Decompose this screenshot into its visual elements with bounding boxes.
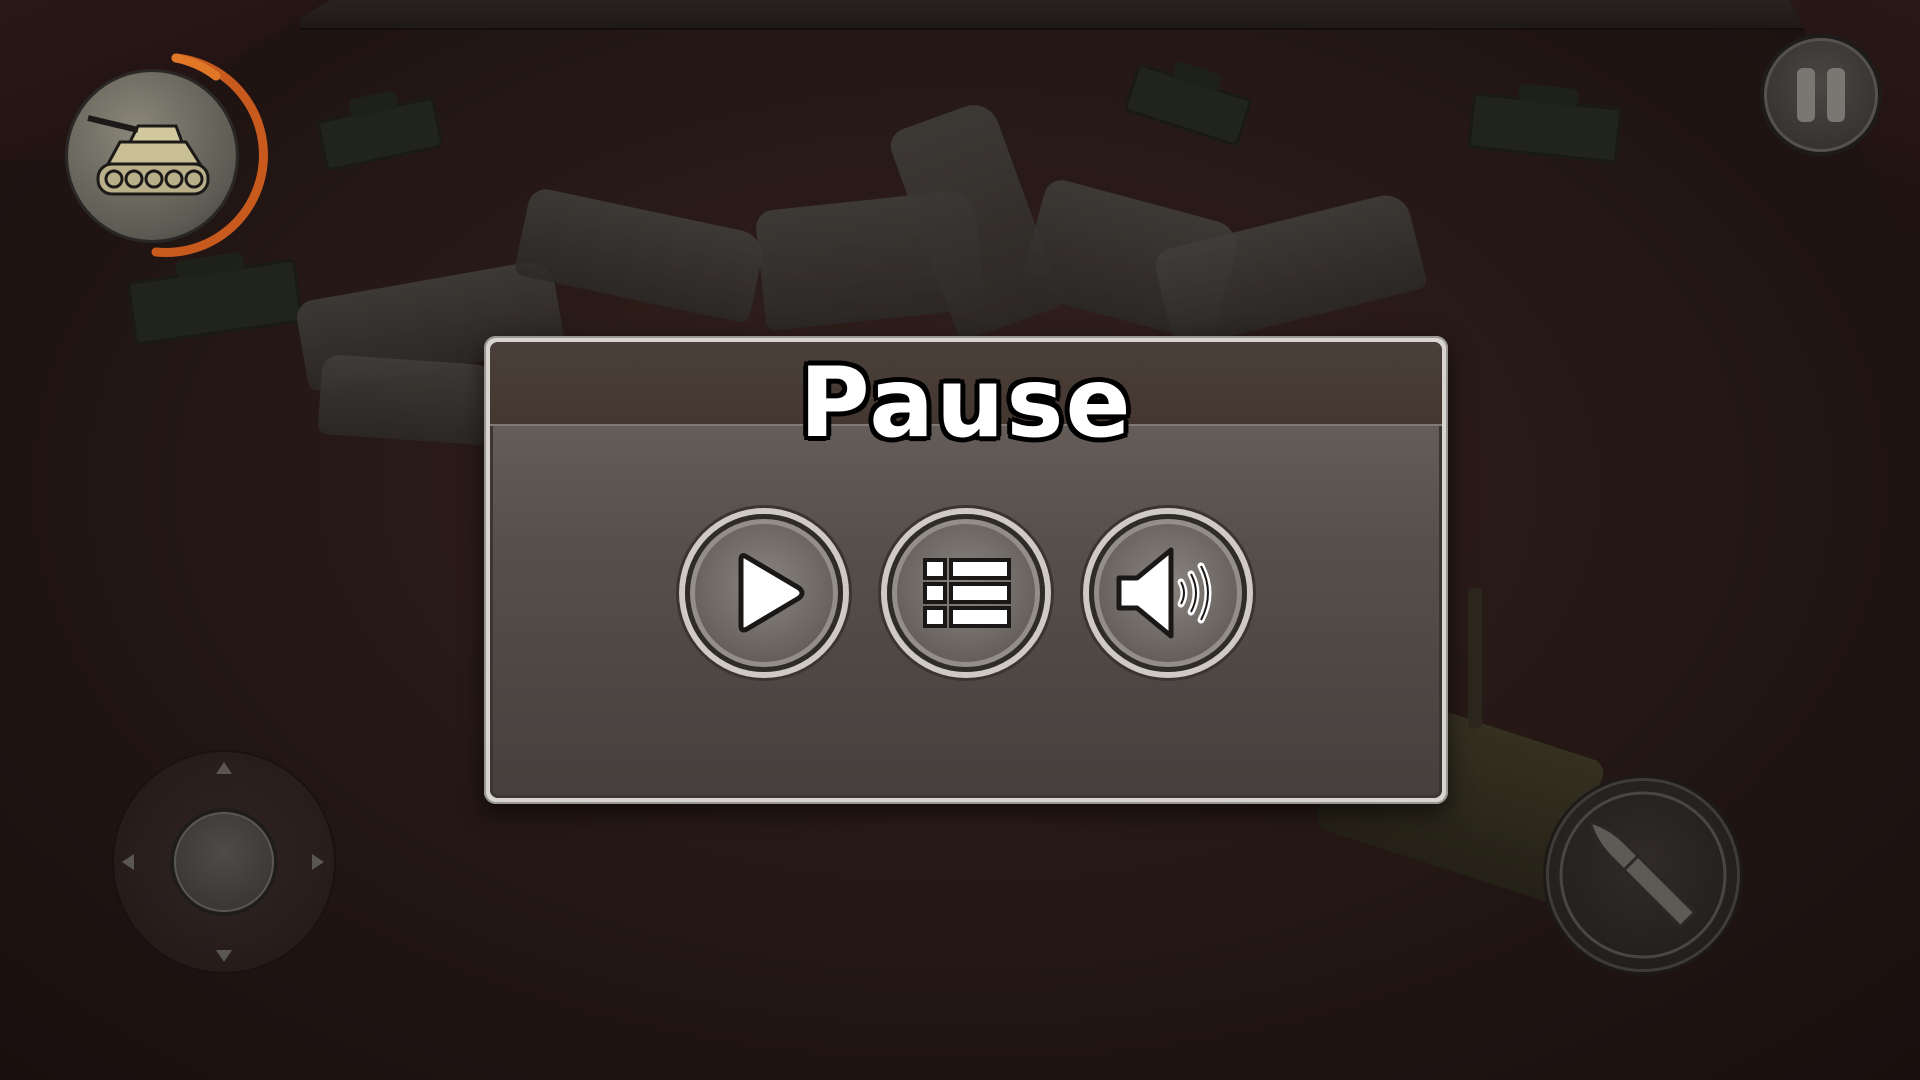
speaker-icon <box>1116 547 1212 639</box>
health-ring <box>151 53 268 257</box>
play-icon <box>738 553 805 633</box>
pause-icon <box>1797 68 1845 122</box>
pause-dialog: Pause <box>484 336 1448 804</box>
joystick-up-arrow-icon <box>216 762 232 774</box>
list-icon <box>923 558 1011 628</box>
menu-button[interactable] <box>887 514 1045 672</box>
joystick-right-arrow-icon <box>312 854 324 870</box>
resume-button[interactable] <box>685 514 843 672</box>
pause-button[interactable] <box>1764 38 1878 152</box>
sound-button[interactable] <box>1089 514 1247 672</box>
bullet-icon <box>1559 791 1727 959</box>
pause-dialog-buttons <box>490 514 1442 672</box>
joystick-knob[interactable] <box>174 812 274 912</box>
pause-dialog-title: Pause <box>799 347 1133 459</box>
fire-button[interactable] <box>1546 778 1740 972</box>
joystick-down-arrow-icon <box>216 950 232 962</box>
pause-dialog-panel: Pause <box>490 342 1442 798</box>
movement-joystick[interactable] <box>114 752 334 972</box>
joystick-left-arrow-icon <box>122 854 134 870</box>
